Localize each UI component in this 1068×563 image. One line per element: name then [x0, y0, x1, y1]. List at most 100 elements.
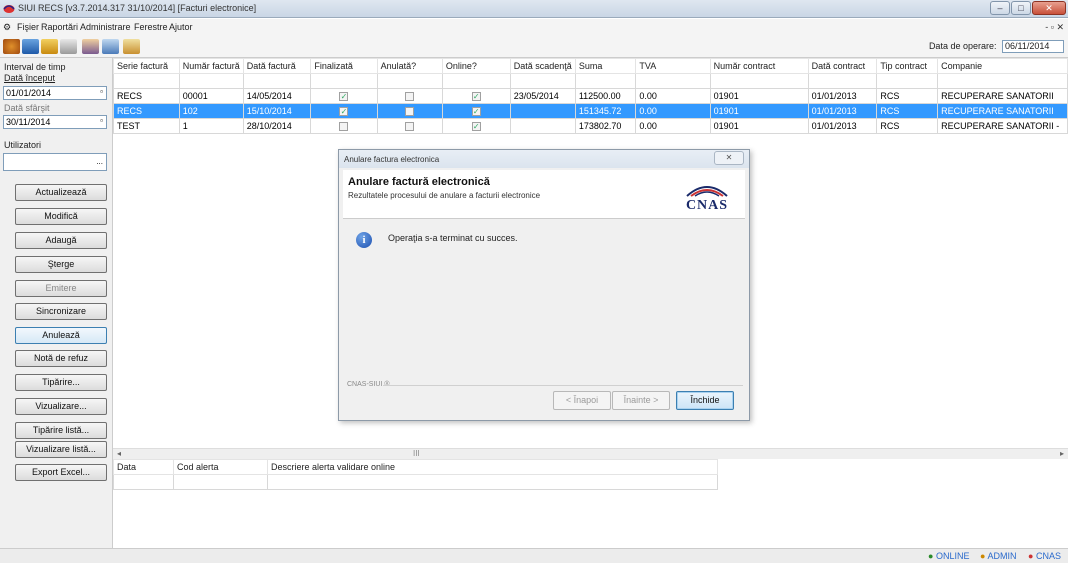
checkbox-cell[interactable]: ✓ — [310, 88, 378, 104]
checkbox-checked[interactable]: ✓ — [339, 92, 349, 102]
checkbox-cell[interactable]: ✓ — [441, 103, 511, 119]
checkbox-checked[interactable]: ✓ — [471, 122, 481, 132]
next-button[interactable]: Înainte > — [612, 391, 670, 410]
end-date-field[interactable]: 30/11/2014 ▫ — [3, 115, 107, 129]
alerts-filter-cell[interactable] — [113, 474, 174, 490]
checkbox-checked[interactable]: ✓ — [339, 107, 349, 117]
checkbox-checked[interactable]: ✓ — [471, 107, 481, 117]
column-filter-cell[interactable] — [113, 73, 180, 89]
export-excel-button[interactable]: Export Excel... — [15, 464, 107, 481]
tools-icon[interactable] — [123, 39, 140, 54]
scroll-right-icon[interactable]: ▸ — [1060, 449, 1064, 458]
column-filter-cell[interactable] — [509, 73, 576, 89]
table-cell[interactable]: RCS — [876, 103, 939, 119]
column-filter-cell[interactable] — [807, 73, 878, 89]
table-cell[interactable]: 01/01/2013 — [807, 103, 878, 119]
menu-item-raportari[interactable]: Raportări — [41, 22, 78, 32]
column-header[interactable]: Serie factură — [113, 58, 180, 74]
column-filter-cell[interactable] — [178, 73, 244, 89]
column-filter-cell[interactable] — [709, 73, 809, 89]
users-icon[interactable] — [3, 39, 20, 54]
table-cell[interactable]: 151345.72 — [574, 103, 637, 119]
alerts-filter-cell[interactable] — [267, 474, 718, 490]
table-cell[interactable]: TEST — [113, 118, 180, 134]
start-date-field[interactable]: 01/01/2014 ▫ — [3, 86, 107, 100]
table-cell[interactable]: 15/10/2014 — [242, 103, 312, 119]
folder-icon[interactable] — [22, 39, 39, 54]
table-cell[interactable]: RCS — [876, 118, 939, 134]
checkbox-cell[interactable]: ✓ — [441, 118, 511, 134]
table-cell[interactable]: 14/05/2014 — [242, 88, 312, 104]
column-filter-cell[interactable] — [574, 73, 637, 89]
column-header[interactable]: Dată scadenţă — [509, 58, 576, 74]
table-row[interactable]: TEST 1 28/10/2014 ✓ 173802.70 0.00 01901 01/01/… — [113, 118, 1068, 134]
checkbox-unchecked[interactable] — [405, 122, 415, 132]
dialog-close-icon[interactable]: ✕ — [714, 151, 744, 165]
print-button[interactable]: Tipărire... — [15, 374, 107, 391]
cancel-invoice-button[interactable]: Anulează — [15, 327, 107, 344]
checkbox-checked[interactable]: ✓ — [471, 92, 481, 102]
table-cell[interactable]: 01901 — [709, 118, 809, 134]
column-header[interactable]: Online? — [441, 58, 511, 74]
checkbox-unchecked[interactable] — [339, 122, 349, 132]
table-row[interactable]: RECS 00001 14/05/2014 ✓ ✓ 23/05/2014 112500.00… — [113, 88, 1068, 104]
column-header[interactable]: Număr factură — [178, 58, 244, 74]
column-filter-cell[interactable] — [937, 73, 1068, 89]
maximize-button[interactable]: □ — [1011, 1, 1031, 15]
users-field[interactable]: ... — [3, 153, 107, 171]
column-header[interactable]: Dată contract — [807, 58, 878, 74]
table-cell[interactable]: 23/05/2014 — [509, 88, 576, 104]
column-header[interactable]: Tip contract — [876, 58, 939, 74]
alerts-filter-cell[interactable] — [173, 474, 268, 490]
table-cell[interactable]: 102 — [178, 103, 244, 119]
table-cell[interactable]: RECUPERARE SANATORII - — [937, 118, 1068, 134]
column-header[interactable]: Suma — [574, 58, 637, 74]
print-list-button[interactable]: Tipărire listă... — [15, 422, 107, 439]
close-dialog-button[interactable]: Închide — [676, 391, 734, 410]
calendar-icon[interactable]: ▫ — [100, 116, 103, 125]
column-filter-cell[interactable] — [376, 73, 443, 89]
menu-item-administrare[interactable]: Administrare — [80, 22, 131, 32]
modify-button[interactable]: Modifică — [15, 208, 107, 225]
operation-date-field[interactable]: 06/11/2014 — [1002, 40, 1064, 53]
settings-icon[interactable] — [102, 39, 119, 54]
checkbox-unchecked[interactable] — [405, 107, 415, 117]
scroll-thumb[interactable]: III — [413, 449, 420, 458]
column-filter-cell[interactable] — [242, 73, 312, 89]
table-row[interactable]: RECS 102 15/10/2014 ✓ ✓ 151345.72 0.00 01901 01/… — [113, 103, 1068, 119]
column-filter-cell[interactable] — [441, 73, 511, 89]
table-cell[interactable]: 01901 — [709, 88, 809, 104]
print-icon[interactable] — [82, 39, 99, 54]
delete-button[interactable]: Şterge — [15, 256, 107, 273]
table-cell[interactable]: 0.00 — [635, 88, 711, 104]
scroll-left-icon[interactable]: ◂ — [117, 449, 121, 458]
close-window-button[interactable]: ✕ — [1032, 1, 1066, 15]
table-cell[interactable]: RECUPERARE SANATORII — [937, 88, 1068, 104]
minimize-button[interactable]: – — [990, 1, 1010, 15]
checkbox-cell[interactable] — [310, 118, 378, 134]
table-cell[interactable] — [509, 103, 576, 119]
column-header[interactable]: Dată factură — [242, 58, 312, 74]
preview-button[interactable]: Vizualizare... — [15, 398, 107, 415]
users-browse-button[interactable]: ... — [96, 157, 103, 166]
table-cell[interactable] — [509, 118, 576, 134]
table-cell[interactable]: 28/10/2014 — [242, 118, 312, 134]
table-cell[interactable]: RECUPERARE SANATORII — [937, 103, 1068, 119]
menu-item-ferestre[interactable]: Ferestre — [134, 22, 168, 32]
refusal-note-button[interactable]: Notă de refuz — [15, 350, 107, 367]
column-header[interactable]: Număr contract — [709, 58, 809, 74]
preview-list-button[interactable]: Vizualizare listă... — [15, 441, 107, 458]
checkbox-cell[interactable] — [376, 118, 443, 134]
back-button[interactable]: < Înapoi — [553, 391, 611, 410]
add-button[interactable]: Adaugă — [15, 232, 107, 249]
column-header[interactable]: Finalizată — [310, 58, 378, 74]
calendar-icon[interactable]: ▫ — [100, 87, 103, 96]
report-icon[interactable] — [41, 39, 58, 54]
mdi-controls[interactable]: - ▫ ✕ — [1045, 22, 1064, 33]
table-cell[interactable]: 112500.00 — [574, 88, 637, 104]
table-cell[interactable]: 01901 — [709, 103, 809, 119]
table-cell[interactable]: 01/01/2013 — [807, 118, 878, 134]
checkbox-unchecked[interactable] — [405, 92, 415, 102]
table-cell[interactable]: RECS — [113, 88, 180, 104]
table-cell[interactable]: 0.00 — [635, 118, 711, 134]
